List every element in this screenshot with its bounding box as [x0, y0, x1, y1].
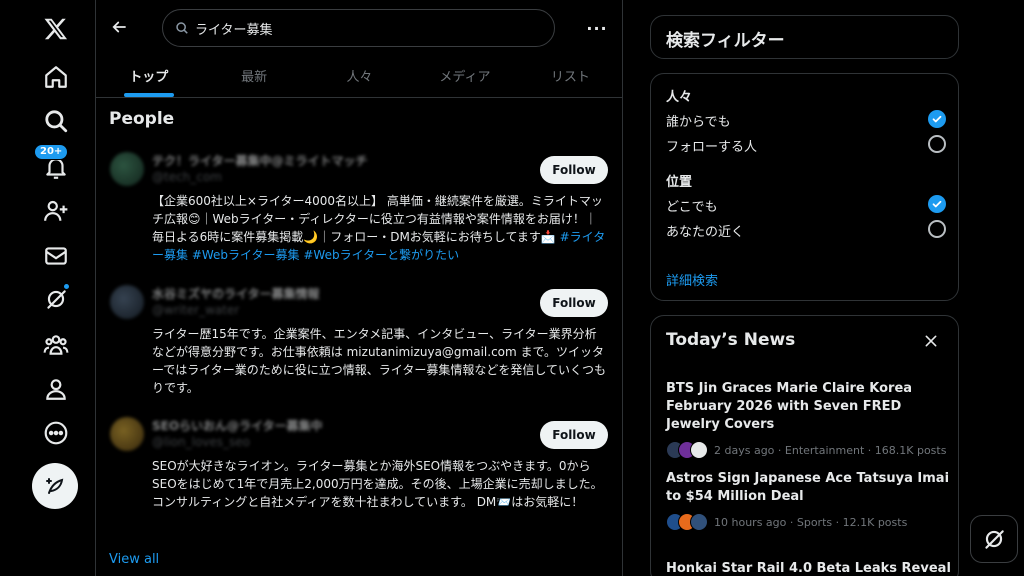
search-input[interactable] — [195, 20, 535, 36]
news-source-avatars — [666, 441, 708, 459]
news-meta-row: 2 days ago · Entertainment · 168.1K post… — [666, 440, 951, 460]
filter-option-anywhere[interactable]: どこでも — [666, 195, 946, 215]
bio-text: SEOが大好きなライオン。ライター募集とか海外SEO情報をつぶやきます。0からS… — [152, 459, 603, 509]
advanced-search-link[interactable]: 詳細検索 — [666, 270, 718, 289]
search-filters-header: 検索フィルター — [650, 15, 959, 59]
bio-text: ライター歴15年です。企業案件、エンタメ記事、インタビュー、ライター業界分析など… — [152, 327, 606, 395]
tab-lists[interactable]: リスト — [518, 58, 623, 97]
profile-icon[interactable] — [36, 369, 76, 409]
avatar[interactable] — [110, 417, 144, 451]
messages-envelope-icon[interactable] — [36, 236, 76, 276]
avatar[interactable] — [110, 285, 144, 319]
follow-button[interactable]: Follow — [540, 421, 608, 449]
source-avatar — [690, 513, 708, 531]
user-bio: ライター歴15年です。企業案件、エンタメ記事、インタビュー、ライター業界分析など… — [152, 325, 608, 397]
search-tabs: トップ 最新 人々 メディア リスト — [96, 58, 623, 98]
radio-unchecked-icon[interactable] — [928, 135, 946, 153]
grok-notification-dot — [63, 283, 70, 290]
avatar[interactable] — [110, 152, 144, 186]
news-meta-row: 10 hours ago · Sports · 12.1K posts — [666, 512, 951, 532]
filter-option-following[interactable]: フォローする人 — [666, 135, 946, 155]
filter-option-near-you[interactable]: あなたの近く — [666, 220, 946, 240]
user-name[interactable]: 水谷ミズヤのライター募集情報 — [152, 285, 320, 302]
news-meta: 10 hours ago · Sports · 12.1K posts — [714, 515, 908, 529]
search-box[interactable] — [162, 9, 555, 47]
compose-feather-icon — [46, 478, 64, 494]
search-filters-panel: 人々 誰からでも フォローする人 位置 どこでも あなたの近く 詳細検索 — [650, 73, 959, 301]
search-filters-title: 検索フィルター — [666, 31, 785, 51]
tab-latest[interactable]: 最新 — [201, 58, 306, 97]
filter-option-label: どこでも — [666, 200, 718, 215]
location-filter-label: 位置 — [666, 175, 693, 190]
close-icon[interactable] — [920, 330, 942, 352]
tab-top[interactable]: トップ — [96, 58, 201, 97]
user-name[interactable]: テク！ライター募集中@ミライトマッチ — [152, 152, 368, 169]
user-bio: 【企業600社以上×ライター4000名以上】 高単価・継続案件を厳選。ミライトマ… — [152, 192, 608, 264]
news-meta: 2 days ago · Entertainment · 168.1K post… — [714, 443, 947, 457]
view-all-people-link[interactable]: View all — [109, 552, 159, 567]
radio-checked-icon[interactable] — [928, 195, 946, 213]
bio-text: 【企業600社以上×ライター4000名以上】 高単価・継続案件を厳選。ミライトマ… — [152, 194, 603, 244]
home-icon[interactable] — [36, 57, 76, 97]
source-avatar — [690, 441, 708, 459]
explore-search-icon[interactable] — [36, 101, 76, 141]
people-filter-label: 人々 — [666, 90, 693, 105]
tab-media[interactable]: メディア — [412, 58, 517, 97]
people-section-title: People — [109, 109, 175, 129]
news-headline: Astros Sign Japanese Ace Tatsuya Imai to… — [666, 471, 950, 504]
more-options-icon[interactable] — [36, 413, 76, 453]
user-handle: @lion_loves_seo — [152, 435, 251, 449]
filter-option-label: 誰からでも — [666, 115, 731, 130]
back-arrow-icon[interactable] — [106, 14, 132, 40]
user-handle: @tech_com — [152, 170, 222, 184]
news-item[interactable]: BTS Jin Graces Marie Claire Korea Februa… — [666, 380, 951, 460]
filter-option-anyone[interactable]: 誰からでも — [666, 110, 946, 130]
communities-icon[interactable] — [36, 325, 76, 365]
user-name[interactable]: SEOらいおん@ライター募集中 — [152, 417, 323, 434]
notifications-bell-icon[interactable]: 20+ — [34, 144, 76, 188]
search-icon — [176, 22, 188, 34]
search-topbar: ··· — [96, 0, 623, 58]
radio-checked-icon[interactable] — [928, 110, 946, 128]
more-horizontal-icon[interactable]: ··· — [584, 16, 610, 40]
left-nav: 20+ — [0, 0, 96, 576]
news-item[interactable]: Astros Sign Japanese Ace Tatsuya Imai to… — [666, 470, 951, 532]
news-headline: Honkai Star Rail 4.0 Beta Leaks Reveal — [666, 561, 951, 576]
grok-icon — [985, 530, 1004, 549]
news-item[interactable]: Honkai Star Rail 4.0 Beta Leaks Reveal — [666, 560, 951, 576]
user-bio: SEOが大好きなライオン。ライター募集とか海外SEO情報をつぶやきます。0からS… — [152, 457, 608, 511]
compose-post-button[interactable] — [32, 463, 78, 509]
search-results-column: ··· トップ 最新 人々 メディア リスト People テク！ライター募集中… — [96, 0, 623, 576]
filter-option-label: フォローする人 — [666, 140, 758, 155]
x-logo-icon[interactable] — [36, 9, 76, 49]
todays-news-title: Today’s News — [666, 330, 796, 350]
follow-button[interactable]: Follow — [540, 156, 608, 184]
todays-news-panel: Today’s News BTS Jin Graces Marie Claire… — [650, 315, 959, 576]
filter-option-label: あなたの近く — [666, 225, 745, 240]
news-source-avatars — [666, 513, 708, 531]
tab-people[interactable]: 人々 — [307, 58, 412, 97]
notifications-badge: 20+ — [34, 144, 69, 160]
news-headline: BTS Jin Graces Marie Claire Korea Februa… — [666, 381, 913, 432]
follow-button[interactable]: Follow — [540, 289, 608, 317]
grok-floating-button[interactable] — [970, 515, 1018, 563]
user-handle: @writer_water — [152, 303, 240, 317]
follow-people-icon[interactable] — [36, 191, 76, 231]
grok-icon[interactable] — [36, 279, 76, 319]
radio-unchecked-icon[interactable] — [928, 220, 946, 238]
